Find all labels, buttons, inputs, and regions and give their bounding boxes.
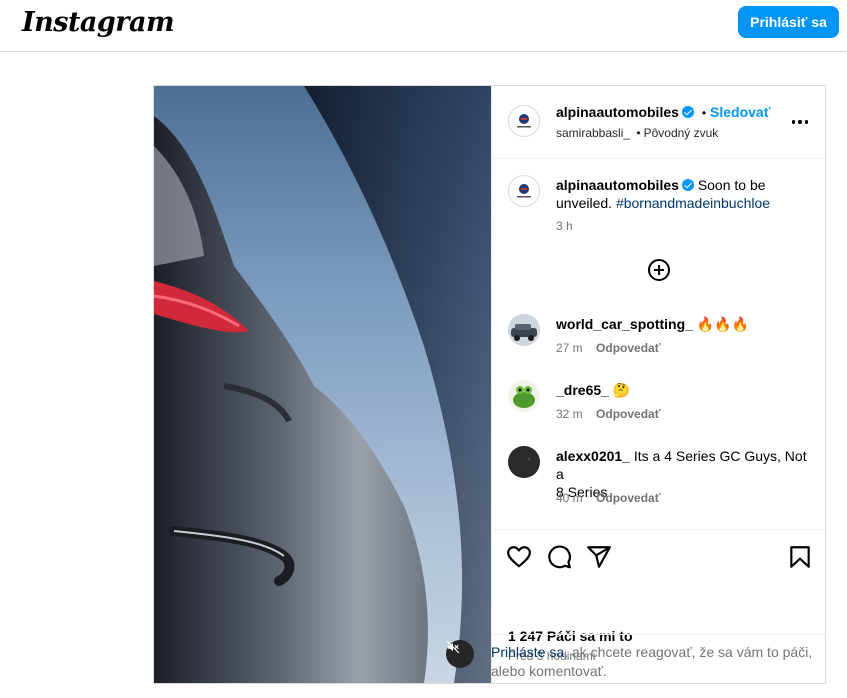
audio-label[interactable]: Pôvodný zvuk [644, 126, 719, 140]
login-prompt-text-cont: alebo komentovať. [491, 663, 607, 679]
paper-plane-icon[interactable] [586, 544, 612, 570]
comment-username[interactable]: _dre65_ [556, 382, 609, 398]
caption-text-start: Soon to be [697, 177, 766, 193]
comment-1: world_car_spotting_ 🔥🔥🔥 [556, 315, 749, 333]
car-avatar-icon [508, 314, 540, 346]
comment-text: 🔥🔥🔥 [696, 316, 750, 332]
alpina-logo-icon [517, 114, 531, 128]
plus-circle-icon[interactable] [646, 257, 672, 283]
comment-2: _dre65_ 🤔 [556, 381, 630, 399]
reply-button[interactable]: Odpovedať [596, 341, 660, 355]
reply-button[interactable]: Odpovedať [596, 407, 660, 421]
character-avatar-icon [508, 380, 540, 412]
post-card: alpinaautomobiles • Sledovať samirabbasli… [153, 85, 827, 684]
post-video[interactable] [154, 86, 491, 683]
post-sidebar: alpinaautomobiles • Sledovať samirabbasli… [491, 86, 827, 683]
dark-avatar-icon [508, 446, 540, 478]
top-bar: Instagram Prihlásiť sa [0, 0, 847, 52]
video-frame-art [154, 86, 491, 683]
comment-time[interactable]: 27 m [556, 341, 583, 355]
caption-author[interactable]: alpinaautomobiles [556, 177, 679, 193]
speaker-muted-icon [446, 640, 460, 654]
login-prompt: Prihláste sa, ak chcete reagovať, že sa … [491, 634, 825, 681]
comment-username[interactable]: alexx0201_ [556, 448, 630, 464]
follow-button[interactable]: Sledovať [710, 104, 770, 120]
reply-button[interactable]: Odpovedať [596, 491, 660, 505]
post-header: alpinaautomobiles • Sledovať samirabbasli… [492, 86, 827, 159]
comment-icon[interactable] [546, 544, 572, 570]
verified-badge-icon [681, 106, 694, 118]
more-options-icon[interactable] [788, 110, 812, 134]
bookmark-icon[interactable] [787, 544, 813, 570]
login-button[interactable]: Prihlásiť sa [738, 6, 839, 38]
caption-hashtag[interactable]: #bornandmadeinbuchloe [616, 195, 770, 211]
login-prompt-text: , ak chcete reagovať, že sa vám to páči, [564, 644, 813, 660]
caption-time[interactable]: 3 h [556, 219, 573, 233]
comment-meta: 32 m Odpovedať [556, 407, 660, 421]
audio-separator: • [636, 126, 641, 140]
heart-icon[interactable] [506, 544, 532, 570]
mute-toggle-button[interactable] [446, 640, 474, 668]
login-link[interactable]: Prihláste sa [491, 644, 564, 660]
instagram-logo[interactable]: Instagram [22, 7, 175, 38]
comment-avatar[interactable] [508, 446, 540, 478]
author-avatar[interactable] [508, 105, 540, 137]
comment-username[interactable]: world_car_spotting_ [556, 316, 693, 332]
comment-avatar[interactable] [508, 380, 540, 412]
author-username[interactable]: alpinaautomobiles [556, 104, 679, 120]
separator-dot: • [701, 106, 707, 120]
alpina-logo-icon [517, 184, 531, 198]
comment-meta: 27 m Odpovedať [556, 341, 660, 355]
audio-username[interactable]: samirabbasli_ [556, 126, 630, 140]
comment-avatar[interactable] [508, 314, 540, 346]
comment-time[interactable]: 40 m [556, 491, 583, 505]
verified-badge-icon [681, 179, 694, 191]
post-caption: alpinaautomobiles Soon to be unveiled. #… [556, 176, 811, 212]
comment-time[interactable]: 32 m [556, 407, 583, 421]
caption-author-avatar[interactable] [508, 175, 540, 207]
comment-meta: 40 m Odpovedať [556, 491, 660, 505]
comment-text: 🤔 [612, 382, 631, 398]
caption-text-cont: unveiled. [556, 195, 613, 211]
